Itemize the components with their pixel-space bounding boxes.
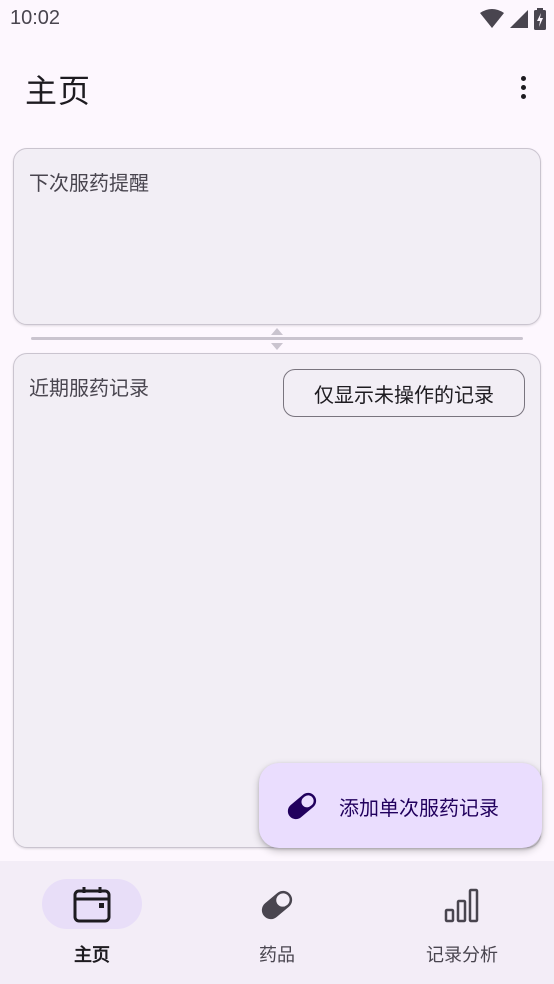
top-app-bar: 主页 <box>0 52 554 122</box>
nav-label-home: 主页 <box>74 945 110 966</box>
more-vert-icon <box>520 75 526 81</box>
next-reminder-card: 下次服药提醒 <box>13 148 541 325</box>
nav-label-analysis: 记录分析 <box>426 945 498 966</box>
drag-handle-icon[interactable] <box>270 327 284 351</box>
fab-label: 添加单次服药记录 <box>339 796 499 820</box>
status-icons <box>480 8 546 30</box>
add-single-record-fab[interactable]: 添加单次服药记录 <box>259 763 542 848</box>
pill-icon <box>261 890 293 920</box>
wifi-icon <box>480 9 504 28</box>
battery-icon <box>534 8 546 30</box>
bar-chart-icon <box>444 888 479 923</box>
nav-item-analysis[interactable]: 记录分析 <box>370 861 554 984</box>
nav-item-home[interactable]: 主页 <box>0 861 184 984</box>
status-bar: 10:02 <box>0 0 554 38</box>
more-vert-icon <box>520 84 526 90</box>
status-time: 10:02 <box>10 7 61 29</box>
bottom-navigation: 主页 药品 记录分析 <box>0 861 554 984</box>
more-options-button[interactable] <box>510 70 536 104</box>
pill-icon <box>287 792 317 820</box>
recent-records-title: 近期服药记录 <box>29 376 149 400</box>
more-vert-icon <box>520 93 526 99</box>
signal-icon <box>510 10 528 28</box>
next-reminder-title: 下次服药提醒 <box>29 171 149 195</box>
page-title: 主页 <box>25 72 92 110</box>
show-unhandled-only-button[interactable]: 仅显示未操作的记录 <box>283 369 525 417</box>
nav-item-medicines[interactable]: 药品 <box>185 861 369 984</box>
nav-label-medicines: 药品 <box>259 945 295 966</box>
calendar-icon <box>73 887 111 923</box>
